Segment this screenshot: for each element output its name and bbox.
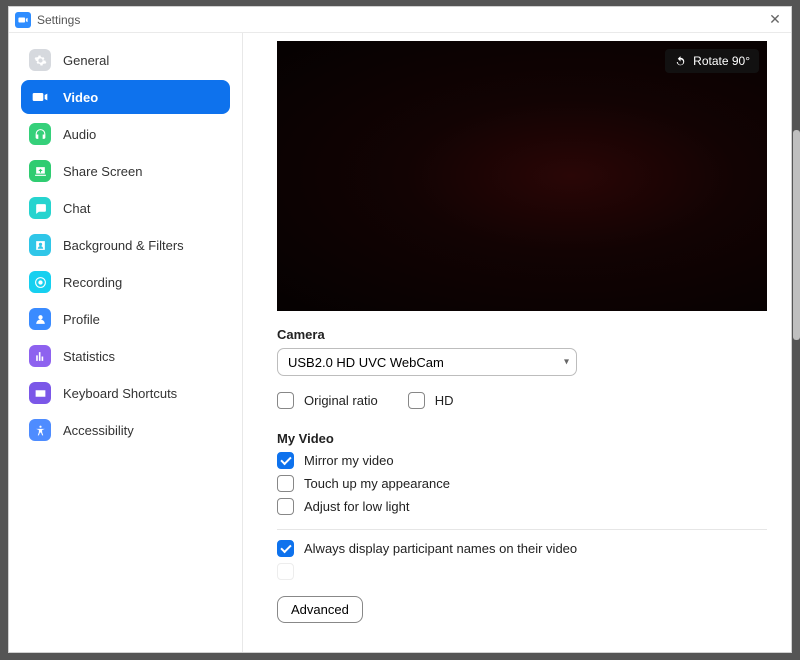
participant-names-checkbox[interactable] [277,540,294,557]
sidebar-item-label: Video [63,90,98,105]
sidebar-item-label: Accessibility [63,423,134,438]
gear-icon [29,49,51,71]
sidebar: General Video Audio Share Screen [9,33,243,652]
original-ratio-checkbox[interactable] [277,392,294,409]
content-pane: Rotate 90° Camera USB2.0 HD UVC WebCam ▾… [243,33,791,652]
my-video-section-label: My Video [277,431,767,446]
touchup-checkbox[interactable] [277,475,294,492]
sidebar-item-statistics[interactable]: Statistics [21,339,230,373]
window-title: Settings [37,13,765,27]
headphones-icon [29,123,51,145]
sidebar-item-video[interactable]: Video [21,80,230,114]
app-icon [15,12,31,28]
sidebar-item-profile[interactable]: Profile [21,302,230,336]
profile-icon [29,308,51,330]
background-icon [29,234,51,256]
scrollbar[interactable] [793,130,800,340]
rotate-label: Rotate 90° [693,54,750,68]
statistics-icon [29,345,51,367]
sidebar-item-share-screen[interactable]: Share Screen [21,154,230,188]
sidebar-item-label: Background & Filters [63,238,184,253]
sidebar-item-chat[interactable]: Chat [21,191,230,225]
separator [277,529,767,530]
mirror-label[interactable]: Mirror my video [304,453,394,468]
sidebar-item-label: Profile [63,312,100,327]
close-button[interactable]: ✕ [765,10,785,30]
hidden-checkbox[interactable] [277,563,294,580]
settings-window: Settings ✕ General Video Audio [8,6,792,653]
camera-select-wrap: USB2.0 HD UVC WebCam ▾ [277,348,577,376]
sidebar-item-accessibility[interactable]: Accessibility [21,413,230,447]
sidebar-item-label: Audio [63,127,96,142]
sidebar-item-label: Recording [63,275,122,290]
sidebar-item-label: Statistics [63,349,115,364]
rotate-button[interactable]: Rotate 90° [665,49,759,73]
sidebar-item-label: Keyboard Shortcuts [63,386,177,401]
sidebar-item-background-filters[interactable]: Background & Filters [21,228,230,262]
rotate-icon [674,55,687,68]
sidebar-item-keyboard-shortcuts[interactable]: Keyboard Shortcuts [21,376,230,410]
video-preview: Rotate 90° [277,41,767,311]
accessibility-icon [29,419,51,441]
sidebar-item-audio[interactable]: Audio [21,117,230,151]
advanced-button[interactable]: Advanced [277,596,363,623]
sidebar-item-general[interactable]: General [21,43,230,77]
lowlight-checkbox[interactable] [277,498,294,515]
camera-section-label: Camera [277,327,767,342]
hd-label[interactable]: HD [435,393,454,408]
camera-select[interactable]: USB2.0 HD UVC WebCam [277,348,577,376]
mirror-checkbox[interactable] [277,452,294,469]
participant-names-label[interactable]: Always display participant names on thei… [304,541,577,556]
recording-icon [29,271,51,293]
share-screen-icon [29,160,51,182]
chat-icon [29,197,51,219]
video-icon [29,86,51,108]
window-body: General Video Audio Share Screen [9,33,791,652]
sidebar-item-recording[interactable]: Recording [21,265,230,299]
hd-checkbox[interactable] [408,392,425,409]
sidebar-item-label: General [63,53,109,68]
lowlight-label[interactable]: Adjust for low light [304,499,410,514]
titlebar: Settings ✕ [9,7,791,33]
original-ratio-label[interactable]: Original ratio [304,393,378,408]
touchup-label[interactable]: Touch up my appearance [304,476,450,491]
sidebar-item-label: Share Screen [63,164,143,179]
keyboard-icon [29,382,51,404]
sidebar-item-label: Chat [63,201,90,216]
